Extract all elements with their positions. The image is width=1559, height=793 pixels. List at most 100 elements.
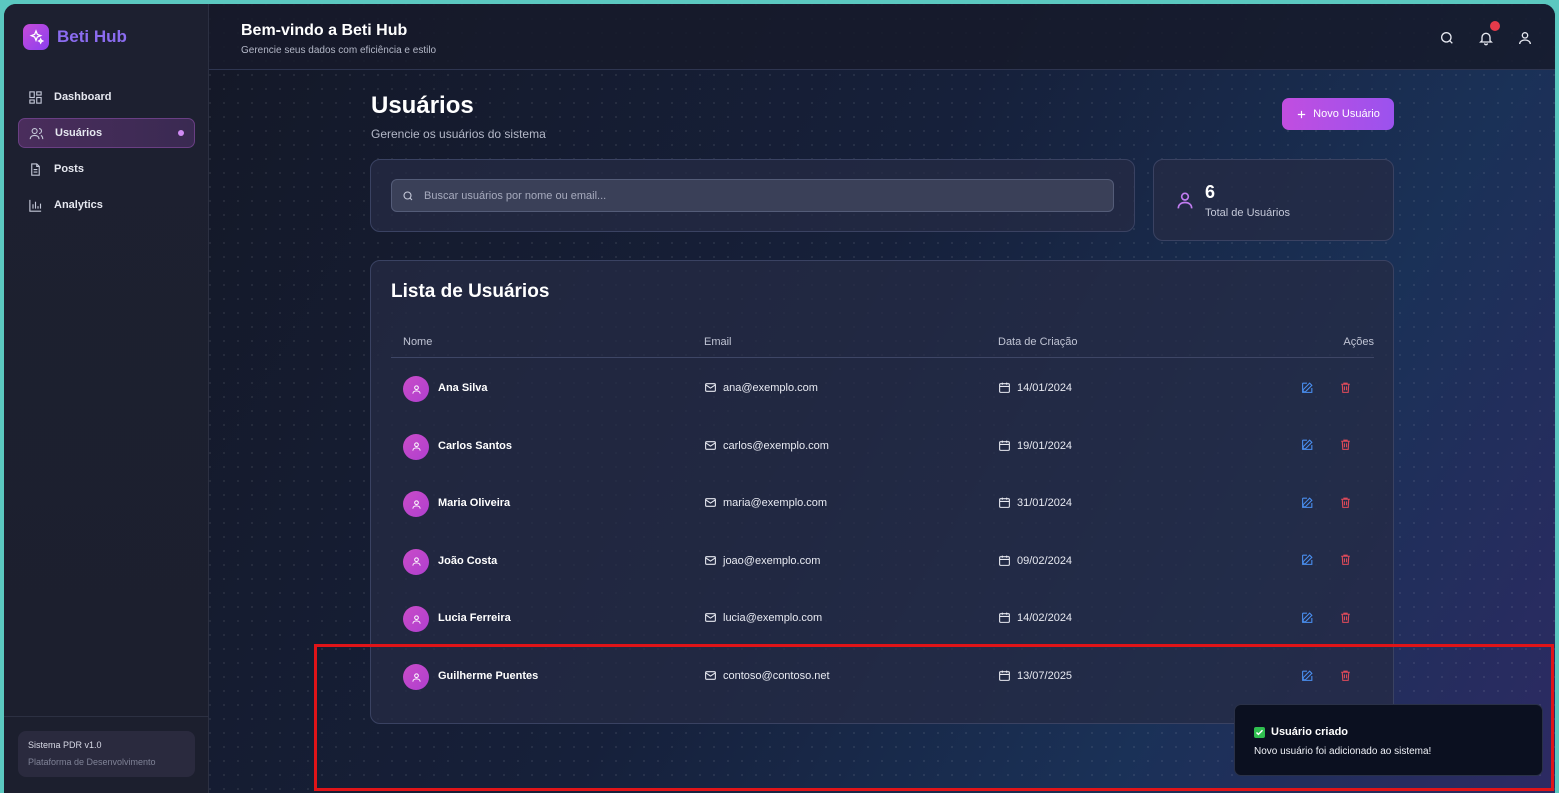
page-title: Usuários [371,92,474,119]
avatar [403,376,429,402]
active-indicator [178,130,184,136]
system-subtitle: Plataforma de Desenvolvimento [28,757,156,767]
edit-icon [1301,439,1313,451]
avatar [403,606,429,633]
user-name: João Costa [438,554,498,567]
total-users-value: 6 [1205,182,1216,202]
mail-icon [705,671,716,680]
table-row: Lucia Ferreira lucia@exemplo.com 14/02/2… [391,589,1374,647]
user-email: carlos@exemplo.com [723,439,829,452]
notification-badge [1490,21,1500,31]
avatar [403,548,429,575]
user-email: maria@exemplo.com [723,497,828,510]
users-list-card: Lista de Usuários Nome Email Data de Cri… [370,260,1394,724]
sparkle-icon [23,24,49,50]
delete-button[interactable] [1337,552,1353,568]
user-name: Lucia Ferreira [438,612,511,625]
calendar-icon [999,613,1010,624]
user-name: Ana Silva [438,382,488,394]
trash-icon [1340,497,1350,508]
delete-button[interactable] [1337,437,1353,453]
column-header-nome: Nome [403,336,433,348]
bar-chart-icon [29,199,42,212]
edit-button[interactable] [1299,494,1315,510]
sidebar-item-usuarios[interactable]: Usuários [18,118,195,148]
total-users-card: 6 Total de Usuários [1153,159,1394,241]
delete-button[interactable] [1337,379,1353,395]
calendar-icon [999,382,1010,393]
avatar [403,433,429,460]
sidebar-item-label: Analytics [54,199,103,211]
user-email: contoso@contoso.net [723,670,830,682]
table-row: Guilherme Puentes contoso@contoso.net 13… [391,647,1374,705]
table-row: Carlos Santos carlos@exemplo.com 19/01/2… [391,417,1374,475]
edit-icon [1301,554,1313,566]
search-field[interactable] [391,179,1114,212]
user-email: lucia@exemplo.com [723,612,823,625]
brand[interactable]: Beti Hub [23,24,127,50]
new-user-label: Novo Usuário [1313,108,1380,120]
search-icon [403,190,413,200]
user-created-date: 31/01/2024 [1017,497,1073,510]
system-info: Sistema PDR v1.0 Plataforma de Desenvolv… [18,731,195,777]
sidebar-item-analytics[interactable]: Analytics [18,190,195,220]
search-input[interactable] [424,189,1113,202]
calendar-icon [999,440,1010,451]
brand-name: Beti Hub [57,27,127,46]
app-window: Beti Hub Dashboard Usuários Posts Analyt… [4,4,1555,793]
mail-icon [705,498,716,508]
trash-icon [1340,439,1350,451]
sidebar-item-label: Posts [54,163,84,175]
column-header-email: Email [704,336,732,348]
users-icon [29,127,44,139]
document-icon [31,162,40,176]
sidebar: Beti Hub Dashboard Usuários Posts Analyt… [4,4,209,793]
sidebar-nav: Dashboard Usuários Posts Analytics [18,82,195,226]
user-icon [1177,192,1193,209]
user-icon[interactable] [1517,30,1533,46]
trash-icon [1340,554,1350,566]
column-header-date: Data de Criação [998,336,1078,348]
delete-button[interactable] [1337,609,1353,625]
user-name: Guilherme Puentes [438,670,539,682]
sidebar-item-posts[interactable]: Posts [18,154,195,184]
calendar-icon [999,497,1010,509]
column-header-actions: Ações [1343,336,1374,348]
user-created-date: 14/02/2024 [1017,612,1073,625]
new-user-button[interactable]: Novo Usuário [1282,98,1394,130]
table-row: João Costa joao@exemplo.com 09/02/2024 [391,532,1374,590]
page-subtitle: Gerencie os usuários do sistema [371,127,546,141]
edit-button[interactable] [1299,609,1315,625]
delete-button[interactable] [1337,667,1353,683]
edit-button[interactable] [1299,552,1315,568]
avatar [403,491,429,518]
edit-button[interactable] [1299,379,1315,395]
check-icon [1254,726,1265,738]
edit-icon [1301,669,1313,681]
calendar-icon [999,555,1010,566]
header-subtitle: Gerencie seus dados com eficiência e est… [241,45,437,56]
edit-button[interactable] [1299,667,1315,683]
edit-button[interactable] [1299,437,1315,453]
total-users-label: Total de Usuários [1205,207,1290,219]
header: Bem-vindo a Beti Hub Gerencie seus dados… [209,4,1555,70]
table-row: Maria Oliveira maria@exemplo.com 31/01/2… [391,474,1374,532]
toast-message: Novo usuário foi adicionado ao sistema! [1254,746,1432,757]
sidebar-item-dashboard[interactable]: Dashboard [18,82,195,112]
toast-title: Usuário criado [1271,726,1349,738]
delete-button[interactable] [1337,494,1353,510]
avatar [403,664,429,690]
main-content: Bem-vindo a Beti Hub Gerencie seus dados… [209,4,1555,793]
user-name: Maria Oliveira [438,497,511,510]
user-created-date: 13/07/2025 [1017,670,1073,682]
user-email: joao@exemplo.com [723,554,821,567]
user-created-date: 14/01/2024 [1017,382,1073,394]
dashboard-icon [29,90,42,104]
mail-icon [705,383,716,392]
bell-icon[interactable] [1478,30,1494,46]
toast-notification[interactable]: Usuário criado Novo usuário foi adiciona… [1234,704,1543,776]
plus-icon [1298,110,1306,118]
user-name: Carlos Santos [438,439,512,452]
search-icon[interactable] [1439,30,1455,46]
mail-icon [705,440,716,450]
